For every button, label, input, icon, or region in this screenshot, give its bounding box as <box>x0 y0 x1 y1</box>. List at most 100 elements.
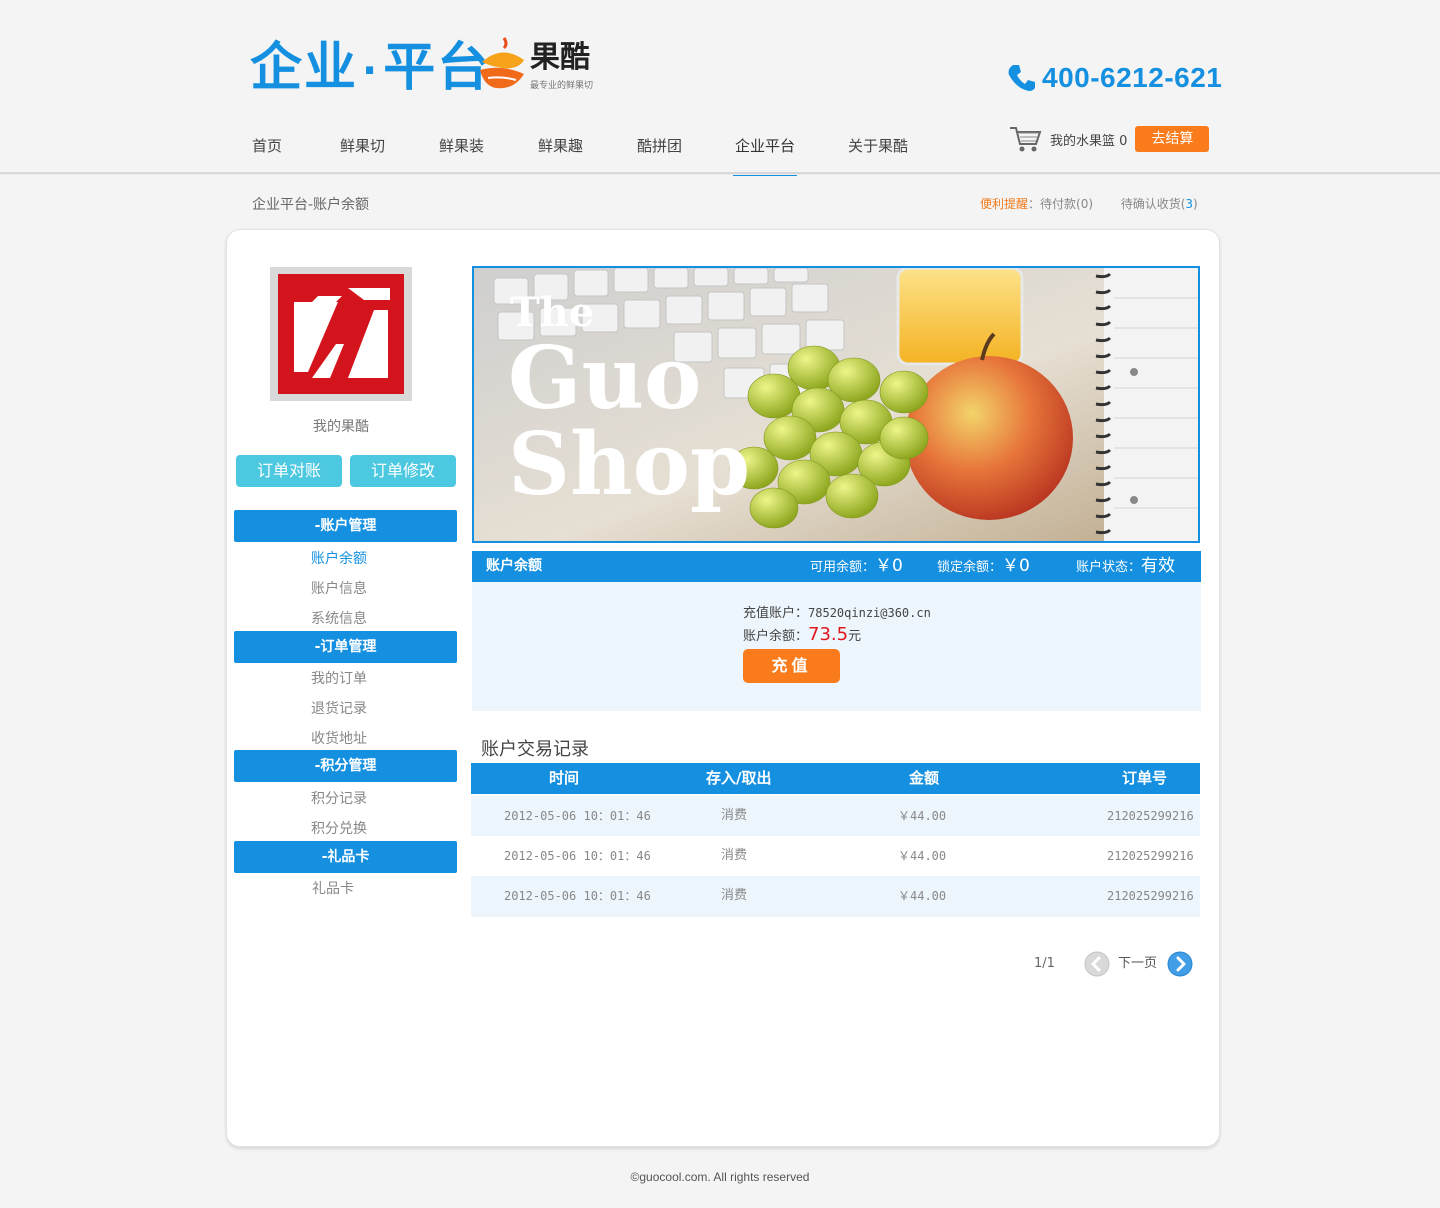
locked-balance-value: ￥0 <box>1002 556 1030 576</box>
balance-details: 充值账户：78520qinzi@360.cn 账户余额：73.5元 <box>472 582 1201 711</box>
section-gift-card[interactable]: -礼品卡 <box>234 841 457 873</box>
sidebar-item-account-balance[interactable]: 账户余额 <box>234 548 444 568</box>
available-balance-label: 可用余额： <box>810 560 876 575</box>
sidebar-item-my-orders[interactable]: 我的订单 <box>234 668 444 688</box>
cell-time: 2012-05-06 10：01：46 <box>504 849 651 863</box>
sidebar-item-return-records[interactable]: 退货记录 <box>234 698 444 718</box>
header-divider-shadow <box>0 174 1440 175</box>
cell-type: 消费 <box>721 848 748 863</box>
logo-slogan: 最专业的鲜果切 <box>530 81 594 91</box>
recharge-button[interactable]: 充值 <box>743 649 840 683</box>
next-page-link[interactable]: 下一页 <box>1118 950 1157 978</box>
cart-icon[interactable] <box>1008 125 1042 153</box>
pending-receipt-count: 3 <box>1185 197 1194 211</box>
balance-header: 账户余额 可用余额：￥0 锁定余额：￥0 账户状态：有效 <box>472 551 1201 582</box>
reminder-sep: ： <box>1028 197 1041 211</box>
recharge-account: 充值账户：78520qinzi@360.cn <box>743 602 931 621</box>
brand-title-part1: 企业 <box>250 38 359 98</box>
brand-title-dot: · <box>362 48 380 94</box>
locked-balance: 锁定余额：￥0 <box>937 551 1030 583</box>
locked-balance-label: 锁定余额： <box>937 560 1003 575</box>
cell-time: 2012-05-06 10：01：46 <box>504 889 651 903</box>
table-row[interactable]: 2012-05-06 10：01：46 消费 ￥44.00 2120252992… <box>471 836 1200 876</box>
checkout-button[interactable]: 去结算 <box>1135 126 1210 152</box>
cell-amount: ￥44.00 <box>898 809 947 823</box>
sidebar-item-shipping-address[interactable]: 收货地址 <box>234 728 444 748</box>
column-order-no: 订单号 <box>1122 769 1168 787</box>
cart-label-text: 我的水果篮 <box>1050 133 1116 149</box>
reminder-label: 便利提醒 <box>980 197 1029 211</box>
column-amount: 金额 <box>909 769 940 787</box>
banner-text-shop: Shop <box>508 414 750 515</box>
company-logo-icon <box>278 274 404 394</box>
hotline: 400-6212-621 <box>1006 58 1222 98</box>
nav-enterprise-label: 企业平台 <box>734 137 795 155</box>
transactions-title: 账户交易记录 <box>481 739 589 760</box>
nav-home[interactable]: 首页 <box>252 128 282 172</box>
cart-label[interactable]: 我的水果篮 0 <box>1050 130 1127 149</box>
recharge-account-label: 充值账户： <box>743 606 809 621</box>
nav-enterprise[interactable]: 企业平台 <box>733 128 797 176</box>
cell-amount: ￥44.00 <box>898 849 947 863</box>
pending-receipt-suffix: ) <box>1193 197 1198 211</box>
promo-banner[interactable]: The Guo Shop <box>472 266 1200 543</box>
phone-number: 400-6212-621 <box>1042 62 1223 93</box>
transactions-table-header: 时间 存入/取出 金额 订单号 <box>471 763 1200 794</box>
prev-arrow-icon[interactable] <box>1084 951 1110 977</box>
sidebar-item-points-exchange[interactable]: 积分兑换 <box>234 818 444 838</box>
footer-copyright: ©guocool.com. All rights reserved <box>630 1170 810 1184</box>
nav-fresh-cut[interactable]: 鲜果切 <box>340 128 385 172</box>
avatar[interactable] <box>270 267 412 401</box>
next-arrow-icon[interactable] <box>1167 951 1193 977</box>
nav-fresh-fun[interactable]: 鲜果趣 <box>538 128 583 172</box>
nav-fresh-pack[interactable]: 鲜果装 <box>439 128 484 172</box>
available-balance: 可用余额：￥0 <box>810 551 903 583</box>
cart: 我的水果篮 0 去结算 <box>1008 124 1210 154</box>
column-time: 时间 <box>549 769 580 787</box>
account-status: 账户状态：有效 <box>1076 551 1175 583</box>
phone-icon <box>1008 65 1035 91</box>
account-status-label: 账户状态： <box>1076 560 1142 575</box>
section-points-management[interactable]: -积分管理 <box>234 750 457 782</box>
pending-payment-link[interactable]: 待付款(0) <box>1040 197 1093 211</box>
sidebar-item-account-info[interactable]: 账户信息 <box>234 578 444 598</box>
logo-name: 果酷 <box>530 40 590 75</box>
breadcrumb: 企业平台-账户余额 <box>252 197 370 213</box>
nav-group-buy[interactable]: 酷拼团 <box>637 128 682 172</box>
balance-title: 账户余额 <box>486 558 542 574</box>
company-logo-image <box>278 274 404 394</box>
account-balance-label: 账户余额： <box>743 629 809 644</box>
account-balance: 账户余额：73.5元 <box>743 624 861 645</box>
brand-title: 企业 ·平台 <box>250 38 491 101</box>
sidebar-item-system-info[interactable]: 系统信息 <box>234 608 444 628</box>
guocool-logo[interactable]: 果酷 最专业的鲜果切 <box>474 34 604 94</box>
banner-image: The Guo Shop <box>474 268 1198 541</box>
table-row[interactable]: 2012-05-06 10：01：46 消费 ￥44.00 2120252992… <box>471 796 1200 836</box>
pending-receipt-prefix: 待确认收货( <box>1120 197 1186 211</box>
account-balance-value: 73.5 <box>808 624 849 645</box>
table-row[interactable]: 2012-05-06 10：01：46 消费 ￥44.00 2120252992… <box>471 876 1200 917</box>
my-guocool-label[interactable]: 我的果酷 <box>270 416 412 436</box>
nav-about[interactable]: 关于果酷 <box>848 128 908 172</box>
cart-count: 0 <box>1119 133 1128 149</box>
available-balance-value: ￥0 <box>875 556 903 576</box>
order-reminder: 便利提醒：待付款(0) 待确认收货(3) <box>980 195 1198 212</box>
cell-order-no: 212025299216 <box>1107 809 1194 823</box>
cell-amount: ￥44.00 <box>898 889 947 903</box>
recharge-account-value: 78520qinzi@360.cn <box>808 606 931 620</box>
order-modify-button[interactable]: 订单修改 <box>350 455 456 487</box>
orange-peel-logo-icon <box>480 37 524 89</box>
cell-order-no: 212025299216 <box>1107 889 1194 903</box>
cell-time: 2012-05-06 10：01：46 <box>504 809 651 823</box>
sidebar-item-points-records[interactable]: 积分记录 <box>234 788 444 808</box>
page-count: 1/1 <box>1034 956 1055 971</box>
pending-receipt-link[interactable]: 待确认收货(3) <box>1121 197 1198 211</box>
cell-type: 消费 <box>721 808 748 823</box>
section-order-management[interactable]: -订单管理 <box>234 631 457 663</box>
order-reconcile-button[interactable]: 订单对账 <box>236 455 342 487</box>
account-balance-unit: 元 <box>848 629 862 644</box>
section-account-management[interactable]: -账户管理 <box>234 510 457 542</box>
account-status-value: 有效 <box>1141 556 1176 576</box>
cell-order-no: 212025299216 <box>1107 849 1194 863</box>
sidebar-item-gift-card[interactable]: 礼品卡 <box>234 878 432 898</box>
